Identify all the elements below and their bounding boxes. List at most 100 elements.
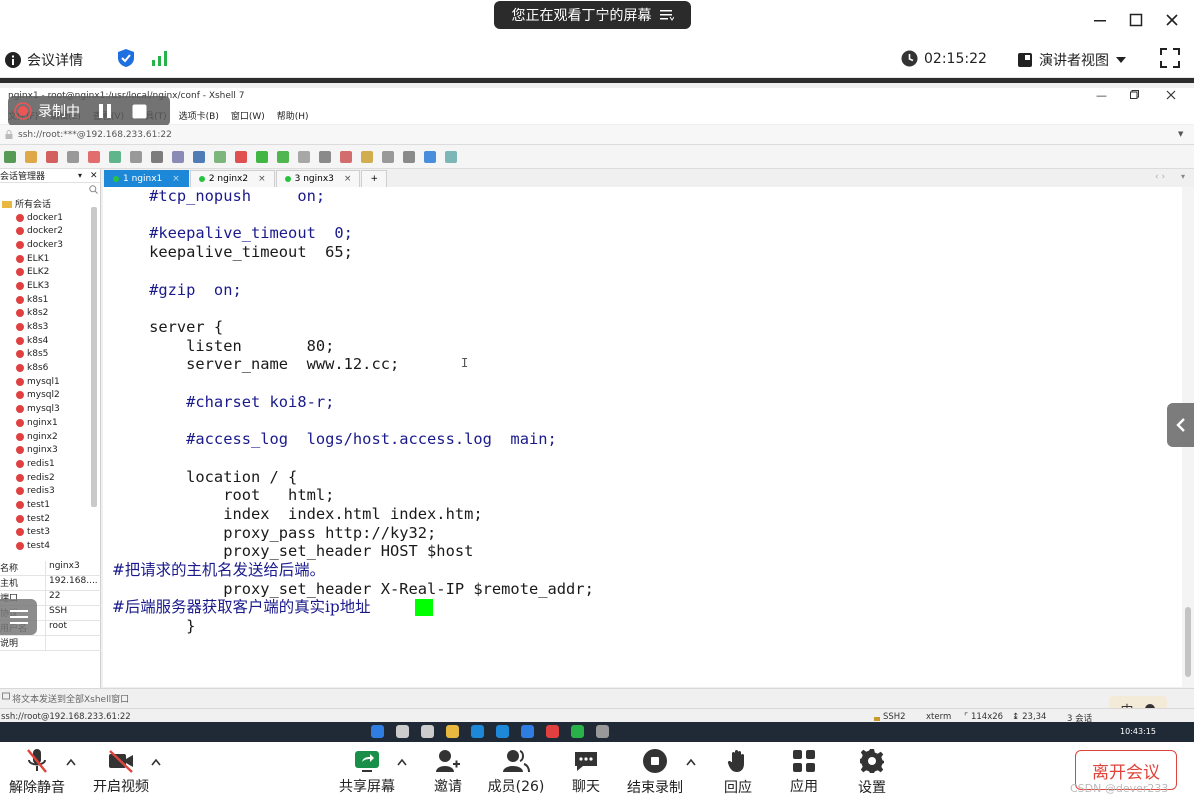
search-icon[interactable] bbox=[396, 725, 409, 738]
app-icon[interactable] bbox=[596, 725, 609, 738]
session-item[interactable]: docker1 bbox=[0, 211, 100, 225]
session-item[interactable]: k8s5 bbox=[0, 348, 100, 362]
session-item[interactable]: test2 bbox=[0, 512, 100, 526]
mail-icon[interactable] bbox=[496, 725, 509, 738]
session-item[interactable]: mysql3 bbox=[0, 402, 100, 416]
fullscreen-icon[interactable] bbox=[277, 151, 289, 163]
hamburger-menu-button[interactable] bbox=[0, 599, 37, 635]
session-item[interactable]: nginx1 bbox=[0, 416, 100, 430]
tab-close-icon[interactable]: × bbox=[172, 174, 180, 184]
session-item[interactable]: k8s4 bbox=[0, 334, 100, 348]
address-bar[interactable]: ssh://root:***@192.168.233.61:22 ▼ bbox=[0, 125, 1194, 145]
edge-icon[interactable] bbox=[471, 725, 484, 738]
view-switch-button[interactable]: 演讲者视图 bbox=[1017, 50, 1127, 70]
side-panel-toggle[interactable] bbox=[1167, 403, 1194, 447]
font-icon[interactable] bbox=[214, 151, 226, 163]
xftp-icon[interactable] bbox=[235, 151, 247, 163]
pin-icon[interactable]: ▾ bbox=[78, 171, 82, 180]
settings-button[interactable]: 设置 bbox=[852, 742, 892, 803]
layout-icon[interactable] bbox=[382, 151, 394, 163]
session-tab[interactable]: 1 nginx1 × bbox=[104, 170, 189, 187]
xshell-minimize-icon[interactable]: — bbox=[1096, 89, 1107, 102]
stop-recording-icon[interactable] bbox=[132, 104, 147, 119]
menu-item[interactable]: 窗口(W) bbox=[231, 109, 265, 122]
gear-icon[interactable] bbox=[403, 151, 415, 163]
close-icon[interactable]: ✕ bbox=[90, 171, 98, 181]
folder-icon[interactable] bbox=[361, 151, 373, 163]
all-sessions-folder[interactable]: 所有会话 bbox=[0, 197, 100, 211]
xshell-green-icon[interactable] bbox=[256, 151, 268, 163]
session-item[interactable]: test4 bbox=[0, 539, 100, 553]
close-button[interactable] bbox=[1160, 8, 1184, 32]
session-item[interactable]: k8s3 bbox=[0, 320, 100, 334]
share-screen-button[interactable]: 共享屏幕 bbox=[337, 742, 397, 803]
apps-button[interactable]: 应用 bbox=[784, 742, 824, 803]
meeting-info-button[interactable]: 会议详情 bbox=[5, 50, 83, 70]
scrollbar-thumb[interactable] bbox=[1185, 607, 1191, 677]
keyboard-icon[interactable] bbox=[319, 151, 331, 163]
session-item[interactable]: k8s2 bbox=[0, 307, 100, 321]
copy-icon[interactable] bbox=[109, 151, 121, 163]
chevron-down-icon[interactable]: ▼ bbox=[1178, 130, 1183, 138]
maximize-button[interactable] bbox=[1124, 8, 1148, 32]
new-session-icon[interactable] bbox=[4, 151, 16, 163]
windows-start-icon[interactable] bbox=[371, 725, 384, 738]
paste-icon[interactable] bbox=[130, 151, 142, 163]
start-video-button[interactable]: 开启视频 bbox=[91, 742, 151, 803]
xshell-restore-icon[interactable] bbox=[1130, 90, 1139, 99]
connect-icon[interactable] bbox=[46, 151, 58, 163]
session-item[interactable]: k8s1 bbox=[0, 293, 100, 307]
send-to-all-bar[interactable]: 将文本发送到全部Xshell窗口 bbox=[0, 688, 1194, 706]
globe-icon[interactable] bbox=[193, 151, 205, 163]
signal-icon[interactable] bbox=[151, 50, 169, 66]
tab-list-icon[interactable]: ▾ bbox=[1181, 172, 1185, 181]
chat-button[interactable]: 聊天 bbox=[566, 742, 606, 803]
xshell-close-icon[interactable] bbox=[1166, 90, 1176, 100]
session-tab[interactable]: 3 nginx3 × bbox=[275, 170, 361, 187]
reconnect-icon[interactable] bbox=[88, 151, 100, 163]
session-item[interactable]: k8s6 bbox=[0, 361, 100, 375]
shield-icon[interactable] bbox=[117, 48, 135, 68]
wechat-icon[interactable] bbox=[571, 725, 584, 738]
session-tab[interactable]: 2 nginx2 × bbox=[189, 170, 275, 187]
session-item[interactable]: redis2 bbox=[0, 471, 100, 485]
sidebar-scrollbar[interactable] bbox=[91, 207, 97, 507]
session-item[interactable]: ELK1 bbox=[0, 252, 100, 266]
tab-close-icon[interactable]: × bbox=[344, 174, 352, 184]
properties-icon[interactable] bbox=[172, 151, 184, 163]
session-item[interactable]: docker3 bbox=[0, 238, 100, 252]
session-item[interactable]: docker2 bbox=[0, 224, 100, 238]
members-button[interactable]: 成员(26) bbox=[486, 742, 546, 803]
session-item[interactable]: redis3 bbox=[0, 484, 100, 498]
end-recording-button[interactable]: 结束录制 bbox=[626, 742, 684, 803]
session-item[interactable]: ELK3 bbox=[0, 279, 100, 293]
browser-icon[interactable] bbox=[521, 725, 534, 738]
session-search[interactable] bbox=[0, 183, 100, 197]
pause-recording-icon[interactable] bbox=[98, 103, 112, 119]
session-item[interactable]: ELK2 bbox=[0, 265, 100, 279]
share-notice[interactable]: 您正在观看丁宁的屏幕 bbox=[494, 1, 691, 29]
unmute-button[interactable]: 解除静音 bbox=[8, 742, 66, 803]
menu-item[interactable]: 选项卡(B) bbox=[179, 109, 219, 122]
session-item[interactable]: nginx2 bbox=[0, 430, 100, 444]
session-item[interactable]: mysql1 bbox=[0, 375, 100, 389]
folder-icon[interactable] bbox=[446, 725, 459, 738]
minimize-button[interactable] bbox=[1088, 8, 1112, 32]
lock-icon[interactable] bbox=[298, 151, 310, 163]
session-item[interactable]: redis1 bbox=[0, 457, 100, 471]
terminal[interactable]: #tcp_nopush on; #keepalive_timeout 0; ke… bbox=[103, 187, 1182, 687]
invite-button[interactable]: 邀请 bbox=[428, 742, 468, 803]
open-folder-icon[interactable] bbox=[25, 151, 37, 163]
chevron-up-icon[interactable] bbox=[397, 758, 407, 768]
session-item[interactable]: test1 bbox=[0, 498, 100, 512]
session-item[interactable]: nginx3 bbox=[0, 443, 100, 457]
session-item[interactable]: mysql2 bbox=[0, 389, 100, 403]
disconnect-icon[interactable] bbox=[67, 151, 79, 163]
new-tab-button[interactable]: + bbox=[361, 170, 387, 187]
session-item[interactable]: test3 bbox=[0, 526, 100, 540]
react-button[interactable]: 回应 bbox=[718, 742, 758, 803]
chrome-icon[interactable] bbox=[546, 725, 559, 738]
find-icon[interactable] bbox=[151, 151, 163, 163]
chevron-up-icon[interactable] bbox=[66, 758, 76, 768]
script-icon[interactable] bbox=[340, 151, 352, 163]
